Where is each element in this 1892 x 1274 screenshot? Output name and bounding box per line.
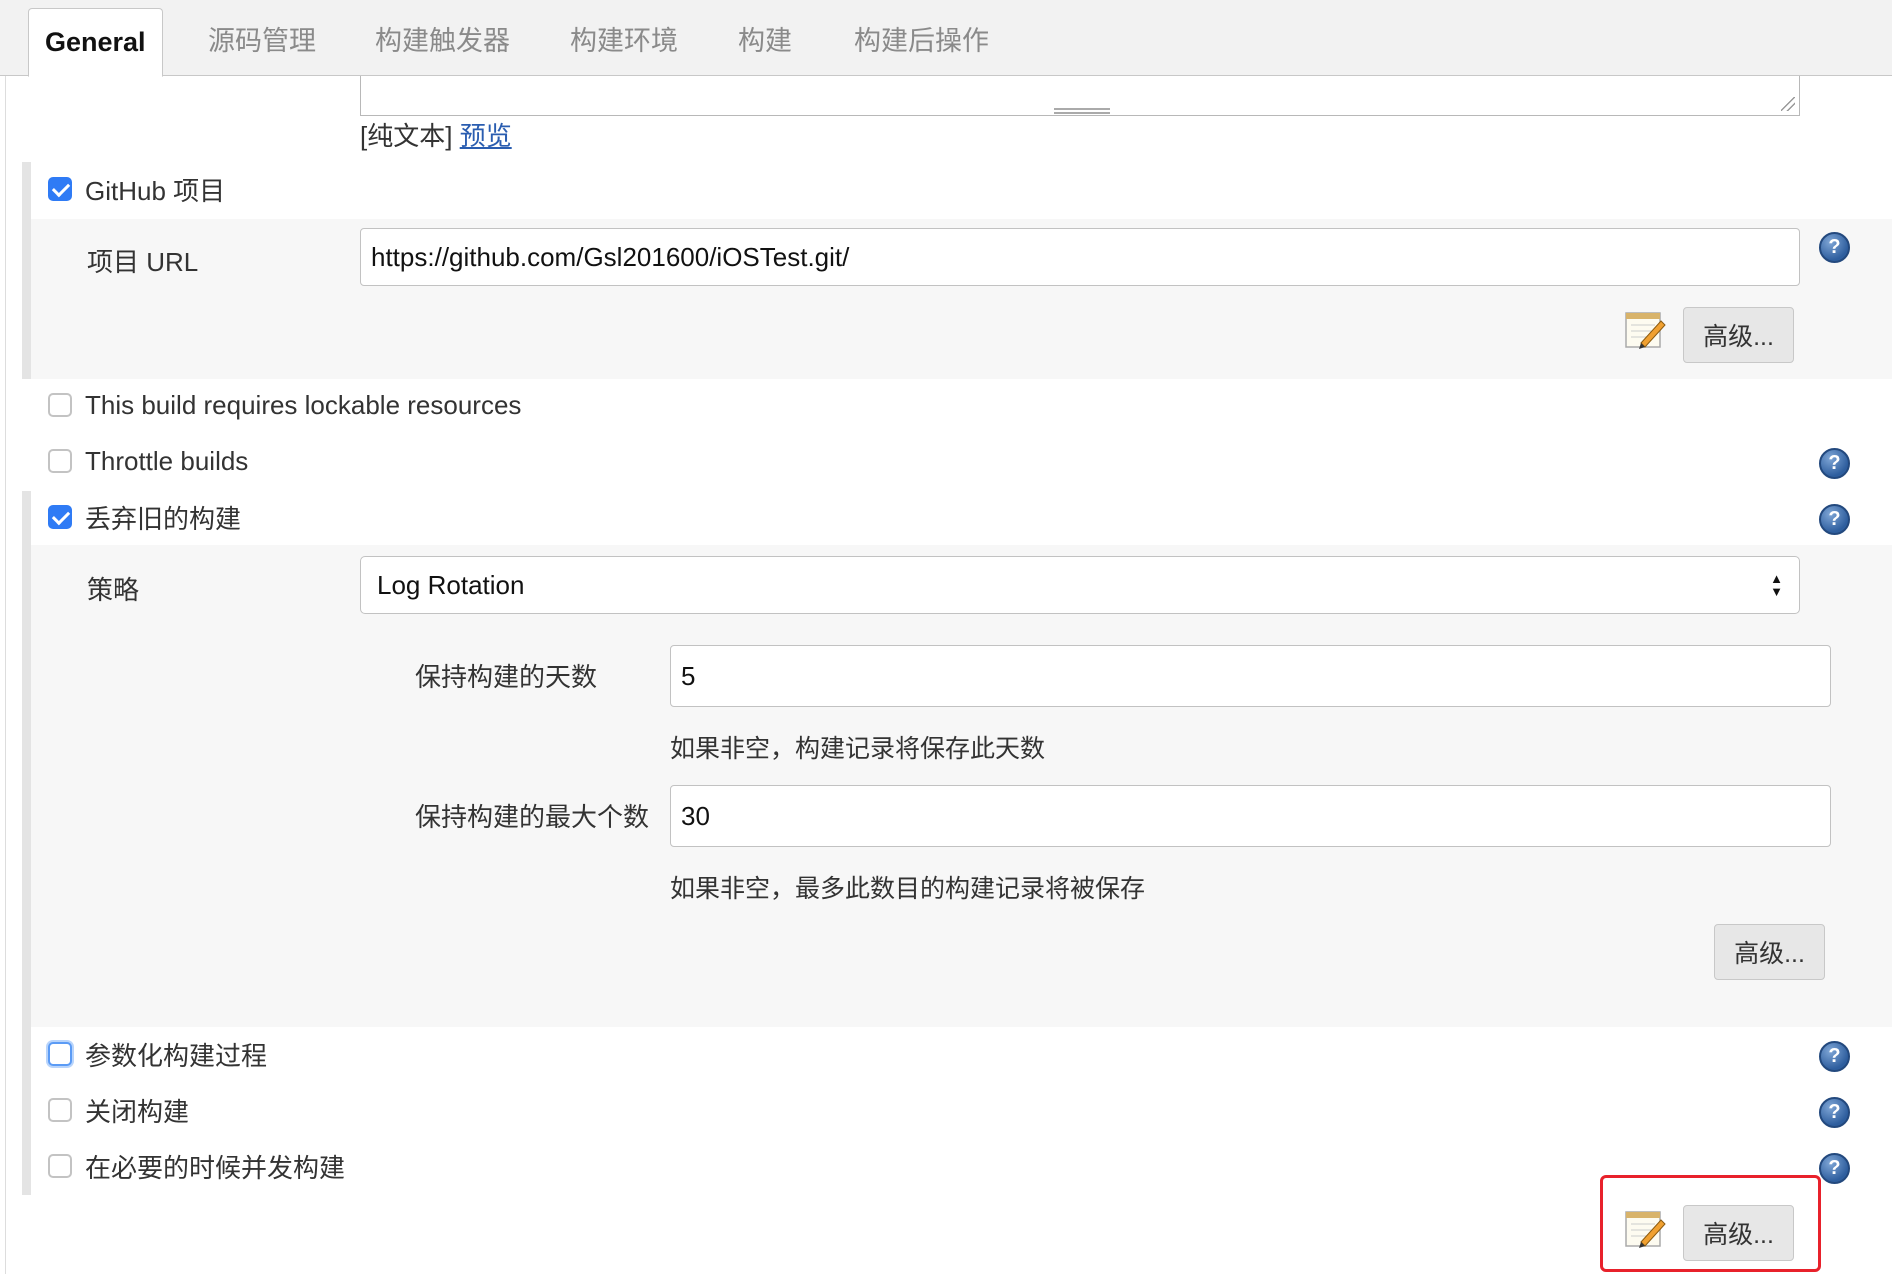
select-arrows-icon: ▲ ▼ (1770, 571, 1783, 599)
days-to-keep-hint: 如果非空，构建记录将保存此天数 (670, 735, 1046, 763)
throttle-label: Throttle builds (85, 445, 249, 476)
help-icon[interactable]: ? (1819, 1097, 1850, 1128)
github-project-checkbox[interactable] (48, 177, 72, 201)
help-icon[interactable]: ? (1819, 448, 1850, 479)
tab-bar: General 源码管理 构建触发器 构建环境 构建 构建后操作 (0, 0, 1892, 77)
textarea-drag-handle[interactable] (1054, 108, 1110, 114)
github-advanced-button[interactable]: 高级... (1683, 307, 1794, 363)
discard-old-row: 丢弃旧的构建 (48, 499, 241, 535)
discard-advanced-button[interactable]: 高级... (1714, 924, 1825, 980)
throttle-checkbox[interactable] (48, 449, 72, 473)
project-url-label: 项目 URL (87, 247, 199, 277)
days-to-keep-input[interactable]: 5 (670, 645, 1831, 707)
help-icon[interactable]: ? (1819, 1153, 1850, 1184)
strategy-value: Log Rotation (377, 569, 525, 600)
help-icon[interactable]: ? (1819, 504, 1850, 535)
lockable-label: This build requires lockable resources (85, 389, 522, 420)
lockable-row: This build requires lockable resources (48, 387, 521, 423)
disable-build-label: 关闭构建 (85, 1096, 190, 1127)
tab-build[interactable]: 构建 (722, 18, 808, 76)
tab-general[interactable]: General (28, 8, 163, 77)
concurrent-build-label: 在必要的时候并发构建 (85, 1152, 346, 1183)
discard-old-checkbox[interactable] (48, 505, 72, 529)
help-icon[interactable]: ? (1819, 232, 1850, 263)
tab-build-environment[interactable]: 构建环境 (554, 18, 694, 76)
max-builds-hint: 如果非空，最多此数目的构建记录将被保存 (670, 875, 1146, 903)
section-bar-discard (22, 491, 31, 1027)
concurrent-build-row: 在必要的时候并发构建 (48, 1148, 345, 1184)
highlight-box (1600, 1175, 1821, 1272)
disable-build-checkbox[interactable] (48, 1098, 72, 1122)
github-project-label: GitHub 项目 (85, 175, 226, 206)
section-bar-bottom (22, 1027, 31, 1195)
page-left-border (5, 76, 6, 1274)
tab-source-control[interactable]: 源码管理 (192, 18, 332, 76)
discard-old-label: 丢弃旧的构建 (85, 503, 242, 534)
markup-format-line: [纯文本] 预览 (360, 116, 512, 153)
lockable-checkbox[interactable] (48, 393, 72, 417)
days-to-keep-label: 保持构建的天数 (415, 662, 598, 692)
help-icon[interactable]: ? (1819, 1041, 1850, 1072)
github-project-row: GitHub 项目 (48, 171, 225, 207)
concurrent-build-checkbox[interactable] (48, 1154, 72, 1178)
preview-link[interactable]: 预览 (460, 121, 512, 151)
max-builds-input[interactable]: 30 (670, 785, 1831, 847)
tab-build-triggers[interactable]: 构建触发器 (359, 18, 526, 76)
notepad-icon[interactable] (1623, 309, 1667, 351)
throttle-row: Throttle builds (48, 443, 248, 479)
resize-grip-icon[interactable] (1781, 97, 1795, 111)
parameterized-row: 参数化构建过程 (48, 1036, 267, 1072)
max-builds-label: 保持构建的最大个数 (415, 802, 650, 832)
strategy-label: 策略 (87, 575, 140, 605)
project-url-input[interactable]: https://github.com/Gsl201600/iOSTest.git… (360, 228, 1800, 286)
disable-build-row: 关闭构建 (48, 1092, 189, 1128)
section-bar-github (22, 162, 31, 379)
tab-post-build[interactable]: 构建后操作 (838, 18, 1005, 76)
strategy-select[interactable]: Log Rotation ▲ ▼ (360, 556, 1800, 614)
plain-text-label: [纯文本] (360, 121, 453, 151)
parameterized-label: 参数化构建过程 (85, 1040, 268, 1071)
parameterized-checkbox[interactable] (48, 1042, 72, 1066)
